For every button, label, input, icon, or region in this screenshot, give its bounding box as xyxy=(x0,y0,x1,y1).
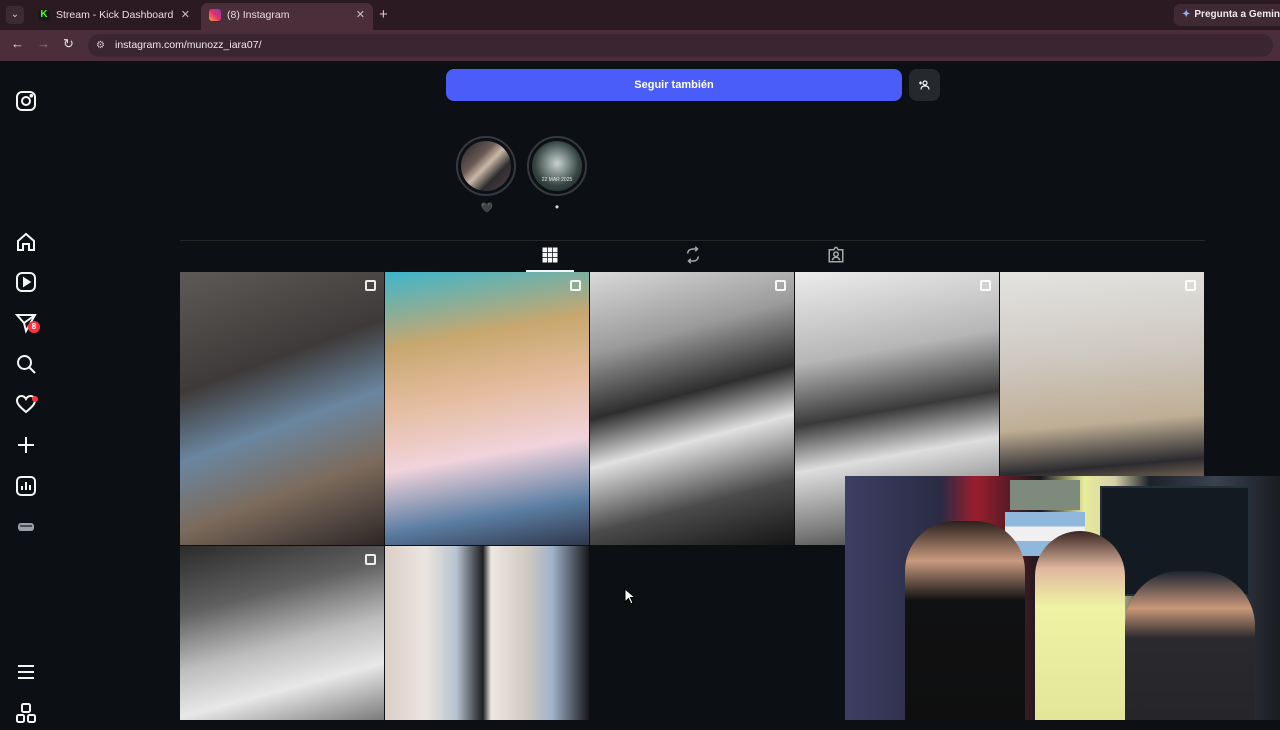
create-icon[interactable] xyxy=(14,433,38,457)
carousel-icon xyxy=(365,554,376,565)
post-thumbnail[interactable] xyxy=(590,272,794,545)
home-icon[interactable] xyxy=(14,230,38,254)
close-icon[interactable]: ✕ xyxy=(181,3,190,27)
suggested-accounts-button[interactable] xyxy=(909,69,940,101)
highlight-label: • xyxy=(554,200,560,214)
address-bar[interactable]: ⚙ instagram.com/munozz_iara07/ xyxy=(88,34,1273,57)
post-thumbnail[interactable] xyxy=(385,546,589,720)
add-person-icon xyxy=(919,80,930,90)
post-thumbnail[interactable] xyxy=(385,272,589,545)
site-settings-icon[interactable]: ⚙ xyxy=(96,34,105,57)
dashboard-icon[interactable] xyxy=(14,474,38,498)
ask-gemini-button[interactable]: ✦ Pregunta a Gemini xyxy=(1174,4,1280,26)
highlight-label: 🖤 xyxy=(480,203,494,214)
carousel-icon xyxy=(980,280,991,291)
gemini-spark-icon: ✦ xyxy=(1182,9,1191,20)
reels-icon[interactable] xyxy=(14,270,38,294)
instagram-sidebar xyxy=(0,63,55,723)
tab-instagram[interactable]: (8) Instagram ✕ xyxy=(201,3,373,30)
follow-back-button[interactable]: Seguir también xyxy=(446,69,902,101)
also-from-meta-icon[interactable] xyxy=(14,701,38,725)
tab-search-dropdown[interactable]: ⌄ xyxy=(6,6,24,24)
webcam-overlay xyxy=(845,476,1280,720)
close-icon[interactable]: ✕ xyxy=(356,3,365,27)
story-highlight[interactable] xyxy=(456,136,516,196)
highlight-cover xyxy=(461,141,511,191)
profile-avatar-icon[interactable] xyxy=(14,515,38,539)
activity-dot xyxy=(32,396,38,402)
story-highlight[interactable]: 22 MAR 2025 xyxy=(527,136,587,196)
reposts-tab-icon[interactable] xyxy=(684,246,706,268)
streamer-person xyxy=(1035,531,1125,720)
kick-icon: K xyxy=(38,9,50,22)
new-tab-button[interactable]: + xyxy=(379,6,388,23)
browser-tabbar: ⌄ K Stream - Kick Dashboard ✕ (8) Instagr… xyxy=(0,0,1280,30)
back-icon[interactable]: ← xyxy=(11,36,24,51)
instagram-logo-icon[interactable] xyxy=(14,89,38,113)
tagged-tab-icon[interactable] xyxy=(827,246,849,268)
carousel-icon xyxy=(775,280,786,291)
tab-kick-dashboard[interactable]: K Stream - Kick Dashboard ✕ xyxy=(30,3,198,30)
carousel-icon xyxy=(570,280,581,291)
mouse-cursor-icon xyxy=(624,588,636,605)
highlight-cover: 22 MAR 2025 xyxy=(532,141,582,191)
url-text: instagram.com/munozz_iara07/ xyxy=(115,39,262,51)
instagram-icon xyxy=(209,9,221,22)
streamer-person xyxy=(1125,571,1255,720)
browser-toolbar: ← → ↻ ⚙ instagram.com/munozz_iara07/ xyxy=(0,30,1280,61)
reload-icon[interactable]: ↻ xyxy=(63,36,74,52)
post-thumbnail[interactable] xyxy=(180,546,384,720)
wall-poster xyxy=(1010,480,1080,510)
notifications-badge: 8 xyxy=(28,321,40,333)
carousel-icon xyxy=(1185,280,1196,291)
streamer-person xyxy=(905,521,1025,720)
carousel-icon xyxy=(365,280,376,291)
more-menu-icon[interactable] xyxy=(14,660,38,684)
forward-icon[interactable]: → xyxy=(37,36,50,51)
posts-grid-tab-icon[interactable] xyxy=(541,246,563,268)
search-icon[interactable] xyxy=(14,352,38,376)
post-thumbnail[interactable] xyxy=(180,272,384,545)
